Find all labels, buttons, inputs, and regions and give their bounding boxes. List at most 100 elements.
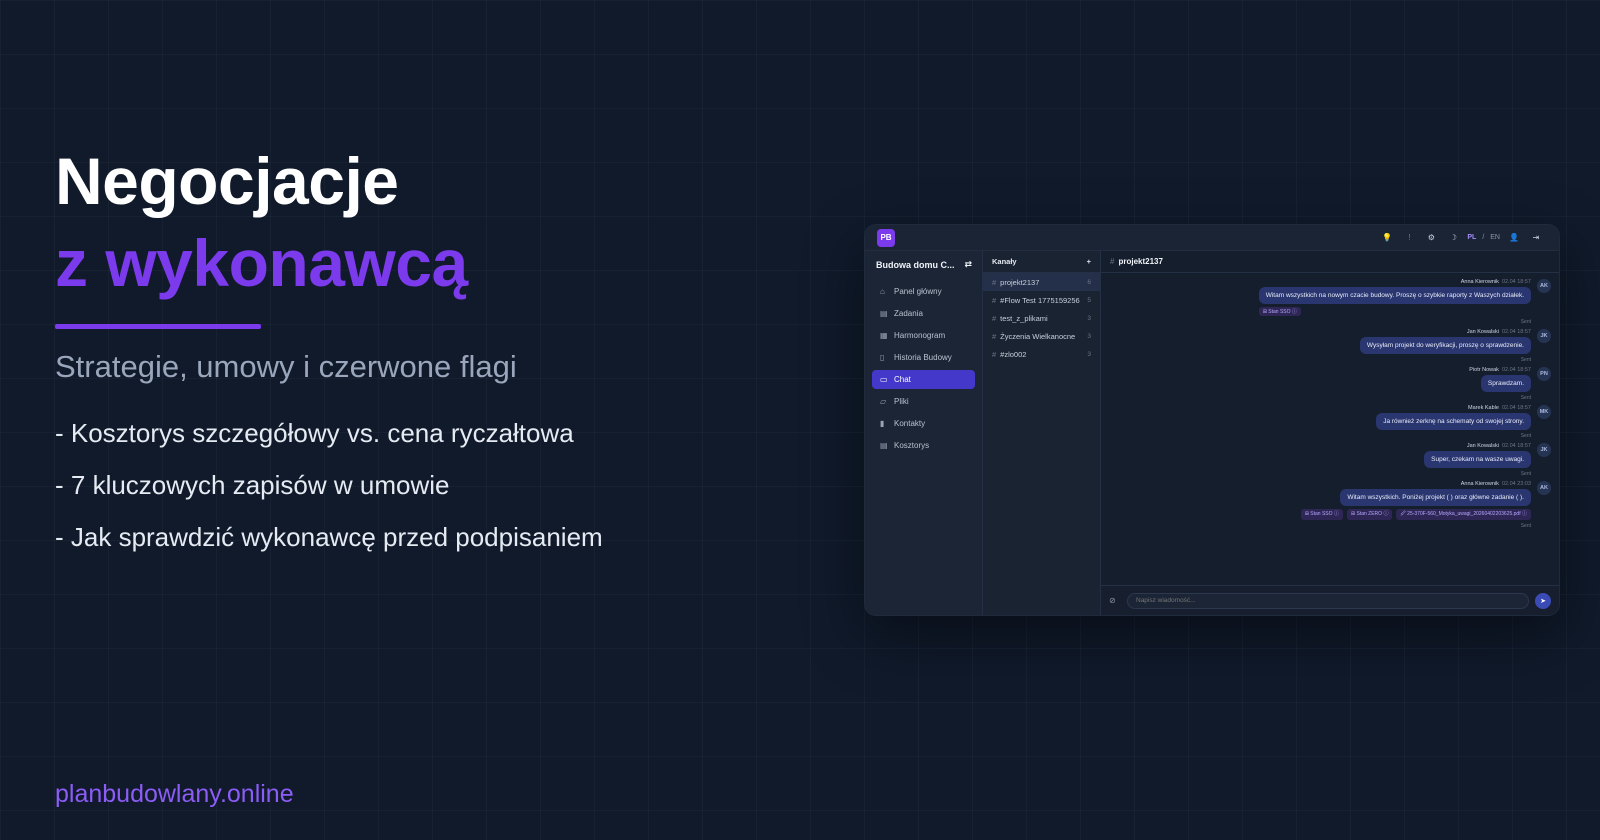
sidebar-item-label: Kontakty bbox=[894, 419, 926, 428]
hash-icon: # bbox=[992, 331, 997, 341]
message-meta: Marek Kable 02.04 18:57 bbox=[1468, 405, 1531, 411]
attach-icon[interactable]: ⊘ bbox=[1109, 596, 1127, 605]
channel-name: #Flow Test 1775159256 bbox=[1000, 295, 1080, 305]
message-body: Anna Kierownik 02.04 18:57 Witam wszystkic… bbox=[1258, 279, 1531, 325]
channel-count: 3 bbox=[1087, 332, 1091, 340]
message-bubble: Super, czekam na wasze uwagi. bbox=[1424, 451, 1531, 468]
message-status: Sent bbox=[1520, 433, 1531, 439]
chat-panel: # projekt2137 Anna Kierownik 02.04 18:57 W… bbox=[1101, 251, 1559, 615]
sidebar-item-history[interactable]: ▯ Historia Budowy bbox=[872, 348, 975, 367]
message-author: Anna Kierownik bbox=[1460, 279, 1499, 285]
swap-icon[interactable]: ⇄ bbox=[964, 259, 972, 270]
channel-count: 3 bbox=[1087, 350, 1091, 358]
avatar[interactable]: JK bbox=[1537, 329, 1551, 343]
message-time: 02.04 18:57 bbox=[1501, 329, 1531, 335]
app-logo[interactable]: PB bbox=[877, 228, 895, 247]
message-tags: ⊞ Stan SSO ⓘ bbox=[1258, 307, 1531, 316]
message-time: 02.04 18:57 bbox=[1501, 443, 1531, 449]
clipboard-icon: ▤ bbox=[880, 309, 888, 318]
logout-icon[interactable]: ⇥ bbox=[1525, 233, 1547, 242]
receipt-icon: ▤ bbox=[880, 441, 888, 450]
sidebar-item-chat[interactable]: ▭ Chat bbox=[872, 370, 975, 389]
sidebar-item-label: Kosztorys bbox=[894, 441, 930, 450]
sidebar-item-label: Chat bbox=[894, 375, 911, 384]
message-status: Sent bbox=[1520, 319, 1531, 325]
chat-header: # projekt2137 bbox=[1101, 251, 1559, 273]
message-author: Jan Kowalski bbox=[1466, 329, 1499, 335]
channel-item[interactable]: # #zlo002 3 bbox=[983, 345, 1100, 363]
message-author: Jan Kowalski bbox=[1466, 443, 1499, 449]
lang-en[interactable]: EN bbox=[1490, 234, 1500, 241]
message-status: Sent bbox=[1520, 471, 1531, 477]
send-button[interactable]: ➤ bbox=[1535, 592, 1551, 609]
message-tag[interactable]: 🖉 25-370F-560_Motyka_uwagi_2026040220362… bbox=[1396, 509, 1531, 520]
message-bubble: Witam wszystkich na nowym czacie budowy.… bbox=[1258, 287, 1531, 304]
sidebar-item-label: Panel główny bbox=[894, 287, 942, 296]
message-tags: ⊞ Stan SSO ⓘ ⊞ Stan ZERO ⓘ 🖉 25-370F-560_M… bbox=[1300, 509, 1531, 520]
message-list: Anna Kierownik 02.04 18:57 Witam wszystkic… bbox=[1101, 273, 1559, 529]
chat-message: Marek Kable 02.04 18:57 Ja również zerknę … bbox=[1109, 405, 1551, 439]
avatar[interactable]: JK bbox=[1537, 443, 1551, 457]
user-icon[interactable]: 👤 bbox=[1503, 233, 1525, 242]
message-time: 02.04 18:57 bbox=[1501, 405, 1531, 411]
message-tag[interactable]: ⊞ Stan ZERO ⓘ bbox=[1346, 509, 1393, 520]
message-tag[interactable]: ⊞ Stan SSO ⓘ bbox=[1300, 509, 1343, 520]
message-tag[interactable]: ⊞ Stan SSO ⓘ bbox=[1258, 307, 1301, 316]
channels-title: Kanały bbox=[992, 257, 1017, 266]
message-body: Jan Kowalski 02.04 18:57 Super, czekam na … bbox=[1424, 443, 1531, 477]
hero-subtitle: Strategie, umowy i czerwone flagi bbox=[55, 349, 517, 384]
project-name: Budowa domu C... bbox=[876, 259, 955, 270]
message-bubble: Wysyłam projekt do weryfikacji, proszę o… bbox=[1359, 337, 1531, 354]
project-switcher[interactable]: Budowa domu C... ⇄ bbox=[865, 259, 982, 282]
channel-item[interactable]: # #Flow Test 1775159256 5 bbox=[983, 291, 1100, 309]
site-url-link[interactable]: planbudowlany.online bbox=[55, 780, 294, 809]
chat-icon: ▭ bbox=[880, 375, 888, 384]
message-input[interactable] bbox=[1127, 592, 1529, 609]
message-bubble: Ja również zerknę na schematy od swojej … bbox=[1376, 413, 1531, 430]
hash-icon: # bbox=[992, 349, 997, 359]
channel-count: 6 bbox=[1087, 278, 1091, 286]
chat-message: Piotr Nowak 02.04 18:57 Sprawdzam. Sent PN bbox=[1109, 367, 1551, 401]
sidebar-item-files[interactable]: ▱ Pliki bbox=[872, 392, 975, 411]
moon-icon[interactable]: ☽ bbox=[1442, 233, 1464, 242]
channel-item[interactable]: # test_z_plikami 3 bbox=[983, 309, 1100, 327]
message-meta: Anna Kierownik 02.04 23:03 bbox=[1461, 481, 1531, 487]
bulb-icon[interactable]: 💡 bbox=[1376, 233, 1398, 242]
message-body: Jan Kowalski 02.04 18:57 Wysyłam projekt d… bbox=[1359, 329, 1531, 363]
avatar[interactable]: PN bbox=[1537, 367, 1551, 381]
message-time: 02.04 23:03 bbox=[1501, 481, 1531, 487]
calendar-icon: ▦ bbox=[880, 331, 888, 340]
contact-icon: ▮ bbox=[880, 419, 885, 428]
chat-message: Jan Kowalski 02.04 18:57 Super, czekam na … bbox=[1109, 443, 1551, 477]
avatar[interactable]: AK bbox=[1537, 481, 1551, 495]
message-body: Marek Kable 02.04 18:57 Ja również zerknę … bbox=[1376, 405, 1531, 439]
message-meta: Jan Kowalski 02.04 18:57 bbox=[1467, 443, 1531, 449]
channel-item[interactable]: # Życzenia Wielkanocne 3 bbox=[983, 327, 1100, 345]
message-status: Sent bbox=[1520, 523, 1531, 529]
message-author: Marek Kable bbox=[1468, 405, 1499, 411]
hero-title-line2: z wykonawcą bbox=[55, 226, 468, 300]
add-channel-button[interactable]: + bbox=[1087, 257, 1091, 266]
message-body: Piotr Nowak 02.04 18:57 Sprawdzam. Sent bbox=[1469, 367, 1531, 401]
hash-icon: # bbox=[992, 313, 997, 323]
sidebar-item-schedule[interactable]: ▦ Harmonogram bbox=[872, 326, 975, 345]
settings-icon[interactable]: ⚙ bbox=[1420, 233, 1442, 242]
alert-icon[interactable]: ! bbox=[1398, 233, 1420, 242]
channel-list: Kanały + # projekt2137 6 # #Flow Test 17… bbox=[983, 251, 1101, 615]
sidebar-item-tasks[interactable]: ▤ Zadania bbox=[872, 304, 975, 323]
avatar[interactable]: AK bbox=[1537, 279, 1551, 293]
channel-name: Życzenia Wielkanocne bbox=[1000, 331, 1076, 341]
sidebar-item-panel[interactable]: ⌂ Panel główny bbox=[872, 282, 975, 301]
sidebar-item-contacts[interactable]: ▮ Kontakty bbox=[872, 414, 975, 433]
sidebar-item-estimate[interactable]: ▤ Kosztorys bbox=[872, 436, 975, 455]
chat-message: Jan Kowalski 02.04 18:57 Wysyłam projekt d… bbox=[1109, 329, 1551, 363]
sidebar-item-label: Pliki bbox=[894, 397, 909, 406]
hero-bullet: - Kosztorys szczegółowy vs. cena ryczałt… bbox=[55, 418, 574, 448]
avatar[interactable]: MK bbox=[1537, 405, 1551, 419]
lang-pl[interactable]: PL bbox=[1467, 234, 1476, 241]
app-topbar: PB 💡 ! ⚙ ☽ PL / EN 👤 ⇥ bbox=[865, 225, 1559, 251]
channel-name: projekt2137 bbox=[1000, 277, 1040, 287]
sidebar-item-label: Historia Budowy bbox=[894, 353, 952, 362]
app-window: PB 💡 ! ⚙ ☽ PL / EN 👤 ⇥ Budowa domu C... … bbox=[864, 224, 1560, 616]
channel-item[interactable]: # projekt2137 6 bbox=[983, 273, 1100, 291]
